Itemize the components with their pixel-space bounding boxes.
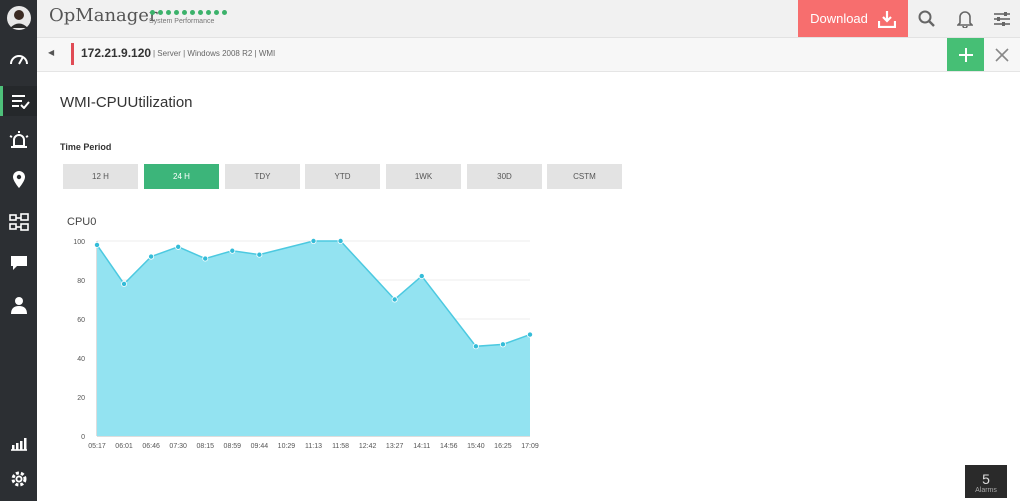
x-tick-label: 17:09	[521, 443, 539, 450]
data-point	[418, 273, 425, 280]
close-icon	[995, 47, 1009, 62]
status-dots	[150, 10, 227, 15]
download-label: Download	[810, 11, 868, 26]
device-breadcrumb: ◀ 172.21.9.120 | Server | Windows 2008 R…	[37, 38, 1020, 72]
x-tick-label: 08:59	[224, 443, 242, 450]
notification-bell-icon[interactable]	[946, 0, 983, 37]
reports-icon[interactable]	[0, 428, 37, 458]
plus-icon	[958, 47, 973, 62]
data-point	[391, 296, 398, 303]
user-icon[interactable]	[0, 290, 37, 320]
x-tick-label: 06:01	[115, 443, 133, 450]
x-tick-label: 05:17	[88, 443, 106, 450]
x-tick-label: 16:25	[494, 443, 512, 450]
tab-ytd[interactable]: YTD	[305, 164, 380, 189]
tab-30d[interactable]: 30D	[467, 164, 542, 189]
chart-title: CPU0	[67, 216, 97, 228]
add-button[interactable]	[947, 38, 984, 71]
y-tick-label: 80	[77, 278, 85, 285]
x-tick-label: 14:56	[440, 443, 458, 450]
time-period-label: Time Period	[60, 142, 112, 152]
data-point	[256, 251, 263, 258]
data-point	[202, 255, 209, 262]
x-tick-label: 08:15	[196, 443, 214, 450]
x-tick-label: 14:11	[413, 443, 430, 450]
alarm-icon[interactable]	[0, 125, 37, 155]
data-point	[499, 341, 506, 348]
x-tick-label: 09:44	[251, 443, 269, 450]
x-tick-label: 15:40	[467, 443, 485, 450]
settings-gear-icon[interactable]	[0, 464, 37, 494]
data-point	[310, 238, 317, 244]
alarms-count: 5	[982, 471, 990, 487]
page-title: WMI-CPUUtilization	[60, 94, 193, 111]
cpu-utilization-chart: 0 20 40 60 80 100 05:17 06:01 06:46 07:30 08:15 08:…	[73, 238, 539, 450]
tab-24h[interactable]: 24 H	[144, 164, 219, 189]
download-button[interactable]: Download	[798, 0, 908, 37]
x-tick-label: 07:30	[169, 443, 187, 450]
x-tick-label: 12:42	[359, 443, 377, 450]
dashboard-icon[interactable]	[0, 43, 37, 73]
y-tick-label: 40	[77, 356, 85, 363]
y-tick-label: 100	[73, 239, 85, 246]
y-tick-label: 0	[81, 434, 85, 441]
close-button[interactable]	[984, 38, 1020, 71]
data-point	[229, 247, 236, 254]
data-point	[472, 343, 479, 350]
x-tick-label: 11:58	[332, 443, 349, 450]
search-icon[interactable]	[908, 0, 945, 37]
x-tick-label: 11:13	[305, 443, 322, 450]
data-point	[94, 241, 101, 248]
x-tick-label: 06:46	[142, 443, 160, 450]
status-indicator	[71, 43, 74, 65]
device-ip[interactable]: 172.21.9.120	[81, 46, 151, 60]
data-point	[148, 253, 155, 260]
sidebar	[0, 0, 37, 501]
top-bar: OpManager System Performance Download	[37, 0, 1020, 38]
inventory-icon[interactable]	[0, 86, 37, 116]
alarms-label: Alarms	[975, 487, 997, 494]
tab-1wk[interactable]: 1WK	[386, 164, 461, 189]
data-point	[526, 331, 533, 338]
y-tick-label: 20	[77, 395, 85, 402]
x-tick-label: 10:29	[278, 443, 296, 450]
data-point	[121, 280, 128, 287]
tab-12h[interactable]: 12 H	[63, 164, 138, 189]
chat-icon[interactable]	[0, 248, 37, 278]
tab-cstm[interactable]: CSTM	[547, 164, 622, 189]
filter-sliders-icon[interactable]	[983, 0, 1020, 37]
data-point	[175, 243, 182, 250]
alarms-counter[interactable]: 5 Alarms	[965, 465, 1007, 498]
y-tick-label: 60	[77, 317, 85, 324]
collapse-arrow-icon[interactable]: ◀	[48, 48, 54, 57]
download-icon	[877, 10, 896, 28]
map-pin-icon[interactable]	[0, 165, 37, 195]
network-icon[interactable]	[0, 207, 37, 237]
x-tick-label: 13:27	[386, 443, 404, 450]
app-subtitle: System Performance	[149, 18, 215, 25]
app-logo: OpManager	[49, 5, 158, 26]
user-avatar[interactable]	[0, 3, 37, 33]
cpu-area	[97, 241, 530, 436]
device-meta: | Server | Windows 2008 R2 | WMI	[153, 49, 276, 58]
data-point	[337, 238, 344, 244]
tab-tdy[interactable]: TDY	[225, 164, 300, 189]
